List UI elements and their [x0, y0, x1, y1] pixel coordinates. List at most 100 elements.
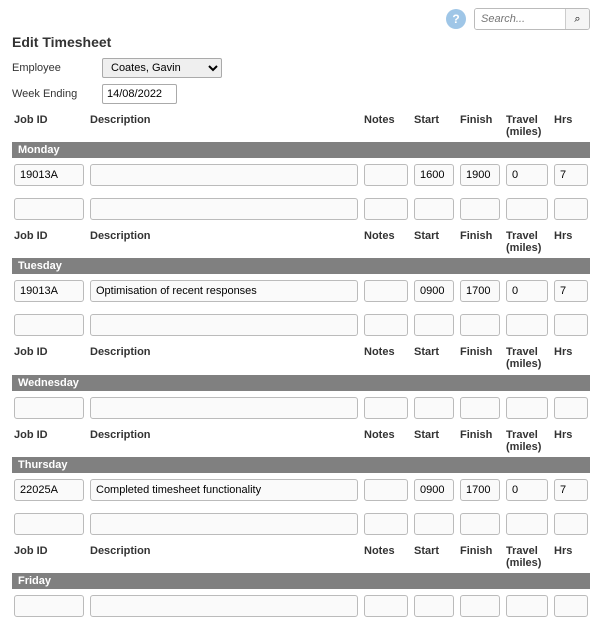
col-start: Start — [414, 114, 454, 138]
column-headers: Job IDDescriptionNotesStartFinishTravel … — [12, 541, 590, 571]
desc-input[interactable] — [90, 479, 358, 501]
entry-row — [12, 308, 590, 342]
job-input[interactable] — [14, 397, 84, 419]
col-desc: Description — [90, 545, 358, 569]
col-travel: Travel (miles) — [506, 545, 548, 569]
travel-input[interactable] — [506, 479, 548, 501]
notes-input[interactable] — [364, 314, 408, 336]
col-job: Job ID — [14, 545, 84, 569]
page-title: Edit Timesheet — [12, 34, 590, 50]
day-bar-thu: Thursday — [12, 457, 590, 473]
desc-input[interactable] — [90, 513, 358, 535]
col-desc: Description — [90, 429, 358, 453]
start-input[interactable] — [414, 314, 454, 336]
notes-input[interactable] — [364, 595, 408, 617]
hrs-input[interactable] — [554, 198, 588, 220]
hrs-input[interactable] — [554, 314, 588, 336]
job-input[interactable] — [14, 198, 84, 220]
hrs-input[interactable] — [554, 595, 588, 617]
start-input[interactable] — [414, 397, 454, 419]
desc-input[interactable] — [90, 314, 358, 336]
col-hrs: Hrs — [554, 230, 588, 254]
week-ending-input[interactable] — [102, 84, 177, 104]
finish-input[interactable] — [460, 314, 500, 336]
col-start: Start — [414, 230, 454, 254]
col-finish: Finish — [460, 545, 500, 569]
desc-input[interactable] — [90, 164, 358, 186]
employee-select[interactable]: Coates, Gavin — [102, 58, 222, 78]
search-input[interactable] — [475, 9, 565, 29]
column-headers: Job IDDescriptionNotesStartFinishTravel … — [12, 342, 590, 372]
col-hrs: Hrs — [554, 346, 588, 370]
col-finish: Finish — [460, 114, 500, 138]
col-notes: Notes — [364, 230, 408, 254]
travel-input[interactable] — [506, 314, 548, 336]
col-hrs: Hrs — [554, 114, 588, 138]
job-input[interactable] — [14, 513, 84, 535]
travel-input[interactable] — [506, 164, 548, 186]
travel-input[interactable] — [506, 513, 548, 535]
day-bar-fri: Friday — [12, 573, 590, 589]
col-desc: Description — [90, 114, 358, 138]
hrs-input[interactable] — [554, 397, 588, 419]
entry-row — [12, 274, 590, 308]
notes-input[interactable] — [364, 479, 408, 501]
travel-input[interactable] — [506, 397, 548, 419]
search-button[interactable]: ⌕ — [565, 9, 589, 29]
start-input[interactable] — [414, 513, 454, 535]
hrs-input[interactable] — [554, 513, 588, 535]
col-finish: Finish — [460, 346, 500, 370]
job-input[interactable] — [14, 164, 84, 186]
col-start: Start — [414, 429, 454, 453]
finish-input[interactable] — [460, 513, 500, 535]
entry-row — [12, 507, 590, 541]
notes-input[interactable] — [364, 280, 408, 302]
hrs-input[interactable] — [554, 164, 588, 186]
finish-input[interactable] — [460, 280, 500, 302]
start-input[interactable] — [414, 164, 454, 186]
start-input[interactable] — [414, 280, 454, 302]
finish-input[interactable] — [460, 595, 500, 617]
hrs-input[interactable] — [554, 479, 588, 501]
finish-input[interactable] — [460, 164, 500, 186]
notes-input[interactable] — [364, 513, 408, 535]
desc-input[interactable] — [90, 198, 358, 220]
col-hrs: Hrs — [554, 545, 588, 569]
entry-row — [12, 473, 590, 507]
finish-input[interactable] — [460, 397, 500, 419]
job-input[interactable] — [14, 280, 84, 302]
col-travel: Travel (miles) — [506, 114, 548, 138]
notes-input[interactable] — [364, 397, 408, 419]
start-input[interactable] — [414, 595, 454, 617]
column-headers: Job IDDescriptionNotesStartFinishTravel … — [12, 110, 590, 140]
help-icon[interactable]: ? — [446, 9, 466, 29]
entry-row — [12, 192, 590, 226]
notes-input[interactable] — [364, 198, 408, 220]
finish-input[interactable] — [460, 198, 500, 220]
travel-input[interactable] — [506, 595, 548, 617]
col-desc: Description — [90, 230, 358, 254]
travel-input[interactable] — [506, 198, 548, 220]
job-input[interactable] — [14, 314, 84, 336]
col-job: Job ID — [14, 346, 84, 370]
desc-input[interactable] — [90, 595, 358, 617]
col-notes: Notes — [364, 429, 408, 453]
hrs-input[interactable] — [554, 280, 588, 302]
col-finish: Finish — [460, 230, 500, 254]
travel-input[interactable] — [506, 280, 548, 302]
col-travel: Travel (miles) — [506, 230, 548, 254]
desc-input[interactable] — [90, 280, 358, 302]
col-notes: Notes — [364, 346, 408, 370]
col-notes: Notes — [364, 545, 408, 569]
start-input[interactable] — [414, 198, 454, 220]
entry-row — [12, 589, 590, 623]
notes-input[interactable] — [364, 164, 408, 186]
job-input[interactable] — [14, 595, 84, 617]
column-headers: Job IDDescriptionNotesStartFinishTravel … — [12, 425, 590, 455]
desc-input[interactable] — [90, 397, 358, 419]
day-bar-mon: Monday — [12, 142, 590, 158]
finish-input[interactable] — [460, 479, 500, 501]
job-input[interactable] — [14, 479, 84, 501]
col-notes: Notes — [364, 114, 408, 138]
start-input[interactable] — [414, 479, 454, 501]
